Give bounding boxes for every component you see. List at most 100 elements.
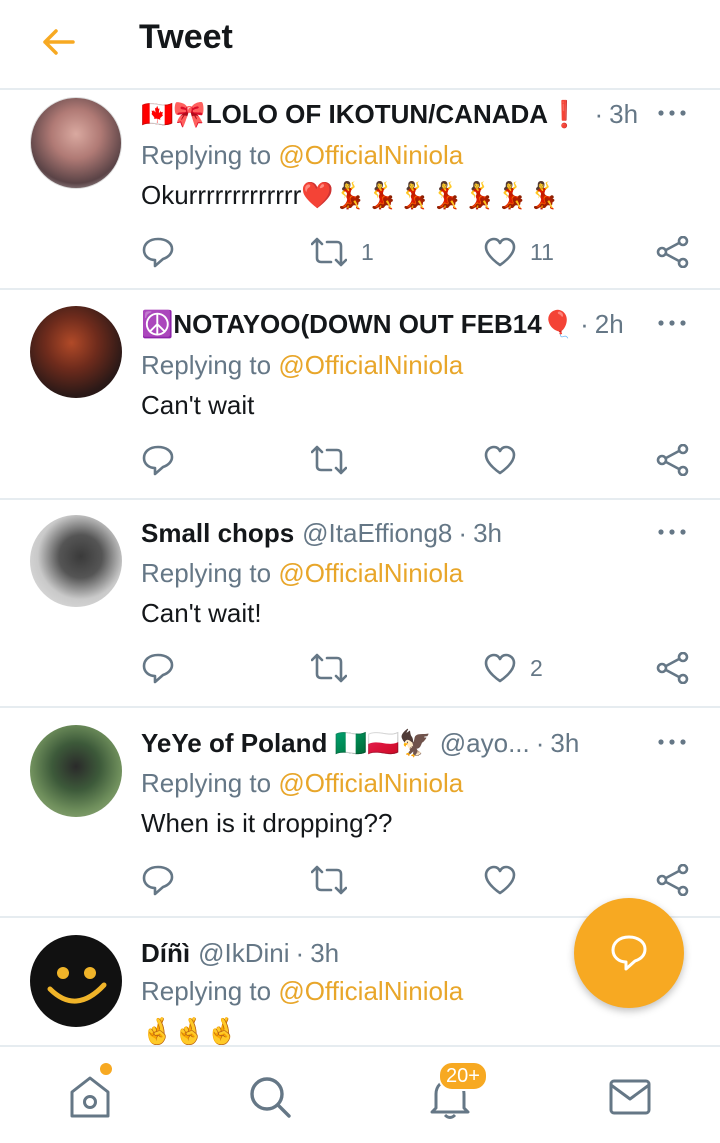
page-title: Tweet xyxy=(139,18,233,56)
reply-button[interactable] xyxy=(141,232,175,272)
tweet-time: 3h xyxy=(609,98,639,129)
back-button[interactable] xyxy=(36,22,80,62)
heart-icon xyxy=(484,237,516,267)
top-bar: Tweet xyxy=(0,0,720,90)
avatar[interactable] xyxy=(30,306,122,398)
share-button[interactable] xyxy=(656,860,690,900)
smiley-avatar-art xyxy=(47,967,107,1004)
tweet-text: Okurrrrrrrrrrrrr❤️💃💃💃💃💃💃💃 xyxy=(141,180,561,210)
reply-bubble-icon xyxy=(611,935,647,971)
mention-link[interactable]: @OfficialNiniola xyxy=(278,140,463,170)
retweet-button[interactable] xyxy=(311,440,347,480)
author-name[interactable]: 🇨🇦🎀LOLO OF IKOTUN/CANADA❗ xyxy=(141,99,580,130)
author-name[interactable]: YeYe of Poland 🇳🇬🇵🇱🦅 xyxy=(141,728,432,759)
replying-to: Replying to @OfficialNiniola xyxy=(141,976,464,1006)
tweet-item[interactable]: Small chops @ItaEffiong8 · 3h Replying t… xyxy=(0,500,720,708)
more-icon xyxy=(658,739,686,745)
more-options-button[interactable] xyxy=(656,517,688,547)
like-button[interactable] xyxy=(484,440,516,480)
author-name[interactable]: ☮️NOTAYOO(DOWN OUT FEB14🎈 xyxy=(141,309,574,340)
retweet-icon xyxy=(311,865,347,895)
replying-to: Replying to @OfficialNiniola xyxy=(141,140,464,170)
more-icon xyxy=(658,529,686,535)
share-icon xyxy=(656,444,689,476)
tweet-actions: 2 xyxy=(141,648,701,688)
retweet-count: 1 xyxy=(361,238,374,265)
avatar[interactable] xyxy=(30,97,122,189)
search-icon xyxy=(250,1077,291,1118)
tweet-actions xyxy=(141,860,701,900)
like-button[interactable]: 2 xyxy=(484,648,543,688)
tweet-time: 3h xyxy=(550,727,580,758)
tweet-time: 3h xyxy=(473,517,502,548)
share-icon xyxy=(656,652,689,684)
author-handle[interactable]: @ayo... xyxy=(440,728,530,759)
more-options-button[interactable] xyxy=(656,98,688,128)
more-options-button[interactable] xyxy=(656,308,688,338)
reply-icon xyxy=(142,445,174,476)
home-icon xyxy=(70,1076,110,1118)
share-icon xyxy=(656,864,689,896)
reply-button[interactable] xyxy=(141,440,175,480)
avatar[interactable] xyxy=(30,935,122,1027)
reply-button[interactable] xyxy=(141,860,175,900)
heart-icon xyxy=(484,865,516,895)
nav-search[interactable] xyxy=(240,1069,300,1125)
separator-dot: · xyxy=(458,517,468,548)
retweet-button[interactable] xyxy=(311,648,347,688)
tweet-item[interactable]: YeYe of Poland 🇳🇬🇵🇱🦅 @ayo... · 3h Replyi… xyxy=(0,708,720,918)
bottom-nav: 20+ xyxy=(0,1045,720,1143)
more-options-button[interactable] xyxy=(656,727,688,757)
avatar[interactable] xyxy=(30,515,122,607)
share-button[interactable] xyxy=(656,648,690,688)
tweet-header: ☮️NOTAYOO(DOWN OUT FEB14🎈 · 2h xyxy=(141,304,640,344)
separator-dot: · xyxy=(295,937,305,968)
share-button[interactable] xyxy=(656,440,690,480)
messages-icon xyxy=(609,1079,651,1115)
avatar[interactable] xyxy=(30,725,122,817)
more-icon xyxy=(658,110,686,116)
like-button[interactable]: 11 xyxy=(484,232,554,272)
author-handle[interactable]: @IkDini xyxy=(198,938,289,969)
mention-link[interactable]: @OfficialNiniola xyxy=(278,350,463,380)
retweet-icon xyxy=(311,445,347,475)
retweet-button[interactable]: 1 xyxy=(311,232,374,272)
reply-button[interactable] xyxy=(141,648,175,688)
nav-home[interactable] xyxy=(60,1069,120,1125)
tweet-actions: 1 11 xyxy=(141,232,701,272)
reply-icon xyxy=(142,653,174,684)
author-handle[interactable]: @ItaEffiong8 xyxy=(302,518,452,549)
retweet-icon xyxy=(311,237,347,267)
notifications-badge: 20+ xyxy=(438,1061,488,1091)
tweet-text: 🤞🤞🤞 xyxy=(141,1016,239,1045)
replying-to: Replying to @OfficialNiniola xyxy=(141,350,464,380)
retweet-icon xyxy=(311,653,347,683)
retweet-button[interactable] xyxy=(311,860,347,900)
share-icon xyxy=(656,236,689,268)
arrow-left-icon xyxy=(43,29,75,55)
author-name[interactable]: Díñì xyxy=(141,938,190,969)
nav-messages[interactable] xyxy=(600,1069,660,1125)
separator-dot: · xyxy=(580,308,589,339)
share-button[interactable] xyxy=(656,232,690,272)
mention-link[interactable]: @OfficialNiniola xyxy=(278,768,463,798)
tweet-item[interactable]: 🇨🇦🎀LOLO OF IKOTUN/CANADA❗ · 3h Replying … xyxy=(0,92,720,290)
replying-to: Replying to @OfficialNiniola xyxy=(141,558,464,588)
mention-link[interactable]: @OfficialNiniola xyxy=(278,976,463,1006)
tweet-time: 3h xyxy=(310,937,340,968)
tweet-header: YeYe of Poland 🇳🇬🇵🇱🦅 @ayo... · 3h xyxy=(141,723,640,763)
tweet-header: Small chops @ItaEffiong8 · 3h xyxy=(141,513,640,553)
like-button[interactable] xyxy=(484,860,516,900)
replying-to: Replying to @OfficialNiniola xyxy=(141,768,464,798)
mention-link[interactable]: @OfficialNiniola xyxy=(278,558,463,588)
tweet-time: 2h xyxy=(594,308,624,339)
author-name[interactable]: Small chops xyxy=(141,518,294,549)
compose-reply-button[interactable] xyxy=(574,898,684,1008)
more-icon xyxy=(658,320,686,326)
reply-icon xyxy=(142,237,174,268)
tweet-item[interactable]: ☮️NOTAYOO(DOWN OUT FEB14🎈 · 2h Replying … xyxy=(0,290,720,500)
separator-dot: · xyxy=(535,727,545,758)
separator-dot: · xyxy=(594,98,604,129)
heart-icon xyxy=(484,653,516,683)
home-unread-dot xyxy=(100,1063,112,1075)
